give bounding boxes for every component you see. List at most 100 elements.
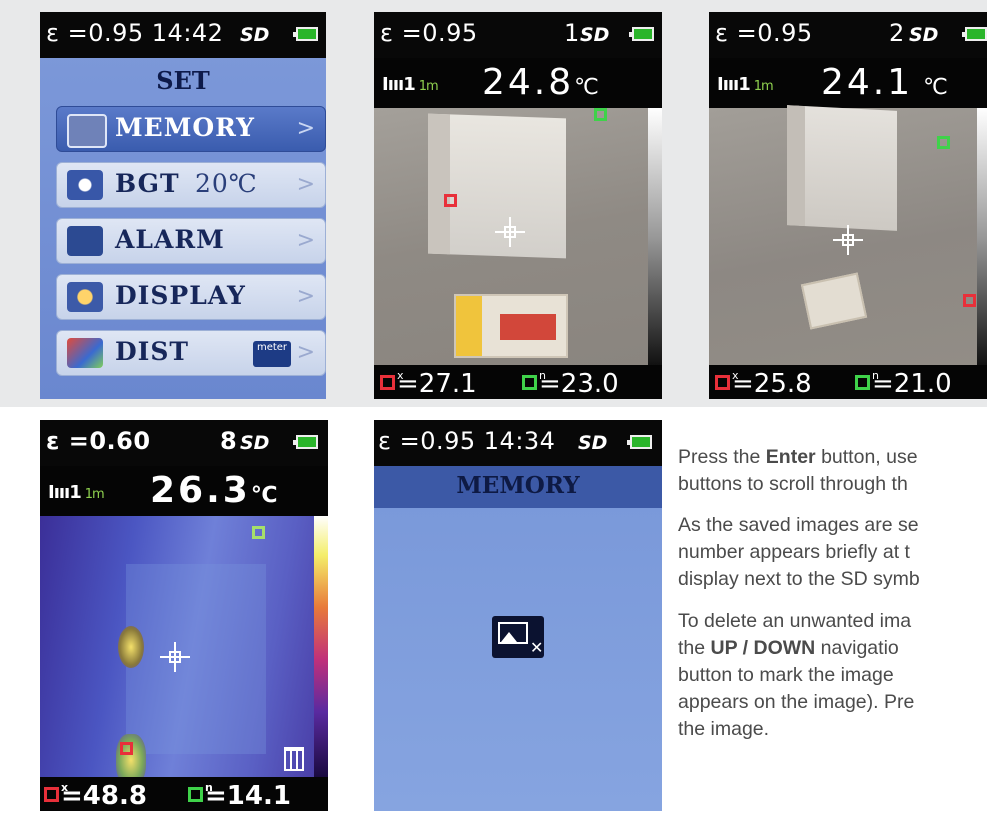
status-bar: ε =0.95 14:34 SD (374, 420, 662, 466)
no-image-icon: ✕ (492, 616, 544, 658)
menu-item-display[interactable]: DISPLAY > (56, 274, 326, 320)
status-bar: ε =0.95 14:42 SD (40, 12, 326, 58)
max-marker-icon (380, 375, 395, 390)
max-temp-marker (963, 294, 976, 307)
min-temp-marker (594, 108, 607, 121)
image-number: 8 (220, 427, 238, 455)
image-number: 2 (889, 19, 905, 47)
battery-icon (293, 27, 318, 41)
min-marker-icon (522, 375, 537, 390)
crosshair-icon (160, 642, 190, 672)
min-max-bar: x =48.8 n =14.1 (40, 777, 328, 811)
max-temp-marker (120, 742, 133, 755)
chevron-right-icon: > (296, 116, 315, 141)
center-temperature: 24.8℃ (482, 62, 602, 103)
min-max-bar: x =25.8 n =21.0 (709, 365, 987, 399)
menu-item-label: DIST (115, 337, 190, 366)
emissivity-readout: ε =0.95 (715, 19, 813, 47)
temperature-bar: Iııı1 1m 24.1 ℃ (709, 58, 987, 108)
sd-card-icon: SD (240, 432, 270, 454)
thermal-image-1: ε =0.95 1 SD Iııı1 1m 24.8℃ x =27.1 n =23.0 (374, 12, 662, 399)
distance-value: 1m (753, 79, 774, 94)
center-temperature: 26.3℃ (150, 470, 281, 511)
memory-screen: ε =0.95 14:34 SD MEMORY ✕ (374, 420, 662, 811)
display-icon (67, 282, 103, 312)
switch-box (454, 294, 568, 358)
chevron-right-icon: > (296, 340, 315, 365)
brightness-icon (67, 170, 103, 200)
min-temp-marker (937, 136, 950, 149)
status-bar: ε =0.95 2 SD (709, 12, 987, 58)
distance-icon (67, 338, 103, 368)
min-temp-readout: n =14.1 (188, 779, 291, 811)
camera-image (709, 105, 977, 365)
image-number: 1 (564, 19, 580, 47)
max-temp-readout: x =48.8 (44, 779, 147, 811)
max-temp-marker (444, 194, 457, 207)
max-marker-icon (44, 787, 59, 802)
camera-image (374, 108, 648, 365)
memory-title-bar: MEMORY (374, 466, 662, 508)
menu-item-alarm[interactable]: ALARM > (56, 218, 326, 264)
menu-item-label: BGT (115, 169, 180, 198)
sd-card-icon: SD (240, 24, 270, 46)
battery-icon (293, 435, 318, 449)
battery-icon (627, 435, 652, 449)
min-temp-readout: n =23.0 (522, 367, 619, 399)
bell-icon (67, 226, 103, 256)
thermal-image-8: ε =0.60 8 SD Iııı1 1m 26.3℃ x =48.8 n =14.1 (40, 420, 328, 811)
sd-card-icon: SD (909, 24, 939, 46)
center-temperature: 24.1 ℃ (821, 62, 951, 103)
menu-item-label: ALARM (115, 225, 225, 254)
min-marker-icon (855, 375, 870, 390)
chevron-right-icon: > (296, 228, 315, 253)
distance-icon: Iııı1 1m (48, 482, 105, 503)
thermal-camera-image (40, 516, 314, 786)
emissivity-readout: ε =0.60 (46, 427, 151, 455)
set-menu-screen: ε =0.95 14:42 SD SET MEMORY > BGT 20℃ > … (40, 12, 326, 399)
menu-item-bgt[interactable]: BGT 20℃ > (56, 162, 326, 208)
menu-item-dist[interactable]: DIST meter > (56, 330, 326, 376)
thermal-image-2: ε =0.95 2 SD Iııı1 1m 24.1 ℃ x =25.8 n =21.0 (709, 12, 987, 399)
hot-spot (118, 626, 144, 668)
sd-card-icon: SD (578, 432, 608, 454)
max-temp-readout: x =25.8 (715, 367, 812, 399)
status-text: ε =0.95 14:34 (378, 427, 556, 455)
temperature-bar: Iııı1 1m 26.3℃ (40, 466, 328, 516)
switch-box (800, 272, 868, 330)
emissivity-readout: ε =0.95 (380, 19, 478, 47)
meter-icon: meter (253, 341, 291, 367)
trash-icon (284, 747, 304, 771)
distance-icon: Iııı1 1m (382, 74, 439, 95)
color-scale (314, 516, 328, 777)
warm-panel (126, 564, 266, 754)
instruction-paragraph-3: To delete an unwanted ima the UP / DOWN … (678, 610, 915, 740)
max-marker-icon (715, 375, 730, 390)
page-title: MEMORY (456, 472, 580, 499)
menu-item-memory[interactable]: MEMORY > (56, 106, 326, 152)
sd-card-icon: SD (580, 24, 610, 46)
crosshair-icon (833, 225, 863, 255)
temperature-bar: Iııı1 1m 24.8℃ (374, 58, 662, 108)
menu-item-label: MEMORY (115, 113, 256, 142)
menu-item-label: DISPLAY (115, 281, 246, 310)
max-temp-readout: x =27.1 (380, 367, 477, 399)
breaker-panel (787, 105, 897, 231)
instruction-paragraph-2: As the saved images are se number appear… (678, 514, 920, 590)
instruction-paragraph-1: Press the Enter button, use buttons to s… (678, 446, 918, 495)
chevron-right-icon: > (296, 284, 315, 309)
min-marker-icon (188, 787, 203, 802)
status-bar: ε =0.60 8 SD (40, 420, 328, 466)
min-max-bar: x =27.1 n =23.0 (374, 365, 662, 399)
color-scale (648, 108, 662, 365)
status-bar: ε =0.95 1 SD (374, 12, 662, 58)
distance-value: 1m (84, 487, 105, 502)
color-scale (977, 108, 987, 365)
min-temp-readout: n =21.0 (855, 367, 952, 399)
brightness-value: 20℃ (195, 169, 258, 198)
distance-icon: Iııı1 1m (717, 74, 774, 95)
memory-icon (67, 114, 107, 148)
menu-title: SET (156, 66, 210, 95)
battery-icon (629, 27, 654, 41)
chevron-right-icon: > (296, 172, 315, 197)
